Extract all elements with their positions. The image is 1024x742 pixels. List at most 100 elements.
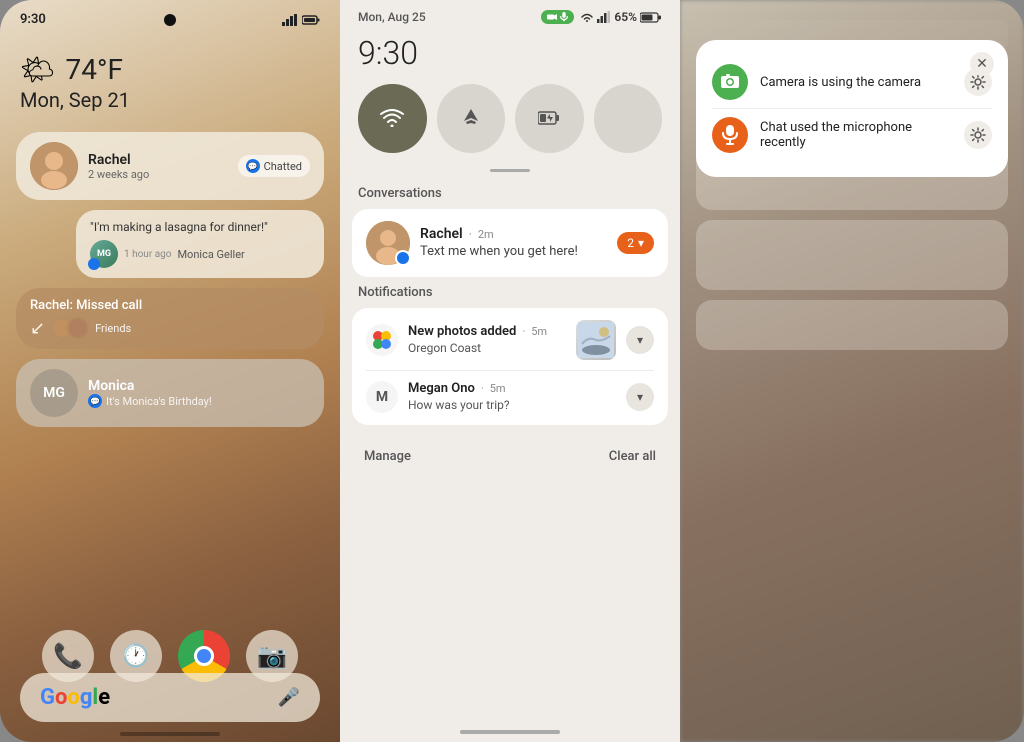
clear-all-button[interactable]: Clear all bbox=[609, 449, 656, 464]
mic-settings-button[interactable] bbox=[964, 121, 992, 149]
rachel-conv-avatar bbox=[366, 221, 410, 265]
dark-mode-icon bbox=[618, 108, 638, 128]
photos-thumbnail bbox=[576, 320, 616, 360]
bubble-text: "I'm making a lasagna for dinner!" bbox=[90, 220, 310, 234]
photos-notif-info: New photos added · 5m Oregon Coast bbox=[408, 324, 566, 355]
camera-permission-icon bbox=[712, 64, 748, 100]
battery-saver-icon bbox=[538, 111, 560, 125]
conv-expand-button[interactable]: 2 ▾ bbox=[617, 232, 654, 254]
google-search-bar[interactable]: Google 🎤 bbox=[20, 673, 320, 722]
battery-percent: 65% bbox=[614, 10, 637, 24]
chrome-inner-circle bbox=[194, 646, 214, 666]
megan-notif-info: Megan Ono · 5m How was your trip? bbox=[408, 381, 616, 412]
wifi-status-icon bbox=[580, 12, 594, 22]
megan-time: 5m bbox=[490, 382, 506, 395]
message-icon: 💬 bbox=[246, 159, 260, 173]
conv-rachel-msg: Text me when you get here! bbox=[420, 244, 607, 259]
conv-name-row: Rachel · 2m bbox=[420, 226, 607, 242]
rachel-chatted-label: Chatted bbox=[264, 160, 302, 173]
quick-toggles bbox=[340, 84, 680, 169]
rachel-chatted-badge[interactable]: 💬 Chatted bbox=[238, 155, 310, 177]
photos-title-row: New photos added · 5m bbox=[408, 324, 566, 339]
rachel-conv: Rachel · 2m Text me when you get here! 2… bbox=[366, 221, 654, 265]
notification-shade: Mon, Aug 25 bbox=[340, 0, 680, 742]
mg-avatar: MG bbox=[30, 369, 78, 417]
notif-clock: 9:30 bbox=[340, 30, 680, 84]
notif-battery: 65% bbox=[580, 10, 662, 24]
dark-mode-toggle[interactable] bbox=[594, 84, 663, 153]
monica-name: Monica bbox=[88, 378, 212, 394]
chevron-down-icon-megan: ▾ bbox=[637, 390, 643, 404]
missed-call-widget[interactable]: Rachel: Missed call ↙ Friends bbox=[16, 288, 324, 349]
notif-status-bar: Mon, Aug 25 bbox=[340, 0, 680, 30]
signal-status-icon bbox=[597, 11, 611, 23]
permission-popup: ✕ Camera is using the camera bbox=[696, 40, 1008, 177]
rachel-avatar bbox=[30, 142, 78, 190]
chevron-down-icon-photos: ▾ bbox=[637, 333, 643, 347]
rachel-info: Rachel 2 weeks ago bbox=[88, 152, 228, 181]
missed-call-icon: ↙ bbox=[30, 318, 45, 339]
bubble-sender-name: Monica Geller bbox=[177, 248, 244, 261]
rachel-face-icon bbox=[30, 142, 78, 190]
camera-mic-badge bbox=[541, 10, 574, 24]
airplane-toggle-icon bbox=[460, 107, 482, 129]
friend-thumb-2 bbox=[67, 317, 89, 339]
google-photos-icon bbox=[370, 328, 394, 352]
megan-title: Megan Ono bbox=[408, 381, 475, 396]
rachel-name: Rachel bbox=[88, 152, 228, 168]
photos-notification[interactable]: New photos added · 5m Oregon Coast ▾ bbox=[366, 320, 654, 360]
clock-icon: 🕐 bbox=[122, 644, 149, 669]
friends-avatars bbox=[51, 317, 89, 339]
missed-call-text: Rachel: Missed call bbox=[30, 298, 310, 313]
megan-title-row: Megan Ono · 5m bbox=[408, 381, 616, 396]
photos-body: Oregon Coast bbox=[408, 341, 566, 355]
friends-label: Friends bbox=[95, 322, 131, 335]
bg-card-4 bbox=[696, 300, 1008, 350]
home-indicator-bar bbox=[120, 732, 220, 736]
google-logo: Google bbox=[40, 685, 110, 710]
conv-rachel-time: 2m bbox=[478, 228, 494, 241]
notif-actions: Manage Clear all bbox=[340, 433, 680, 472]
signal-icon bbox=[282, 14, 298, 26]
weather-temp: 74°F bbox=[66, 53, 123, 86]
gear-icon-camera bbox=[970, 74, 986, 90]
megan-body: How was your trip? bbox=[408, 398, 616, 412]
megan-expand-button[interactable]: ▾ bbox=[626, 383, 654, 411]
home-time: 9:30 bbox=[20, 12, 46, 27]
notif-status-right: 65% bbox=[541, 10, 662, 24]
battery-saver-toggle[interactable] bbox=[515, 84, 584, 153]
conv-rachel-name: Rachel bbox=[420, 226, 463, 242]
gear-icon-mic bbox=[970, 127, 986, 143]
wifi-toggle[interactable] bbox=[358, 84, 427, 153]
coast-photo-icon bbox=[578, 322, 614, 358]
mic-permission-item: Chat used the microphone recently bbox=[712, 108, 992, 161]
weather-widget: 🌤 74°F Mon, Sep 21 bbox=[0, 33, 340, 120]
permission-close-button[interactable]: ✕ bbox=[970, 52, 994, 76]
monica-bubble-widget[interactable]: "I'm making a lasagna for dinner!" MG 1 … bbox=[76, 210, 324, 278]
widgets-container: Rachel 2 weeks ago 💬 Chatted "I'm making… bbox=[0, 120, 340, 439]
conv-app-badge bbox=[395, 250, 411, 266]
camera-perm-svg bbox=[720, 72, 740, 92]
rachel-conv-info: Rachel · 2m Text me when you get here! bbox=[420, 226, 607, 259]
monica-widget[interactable]: MG Monica 💬 It's Monica's Birthday! bbox=[16, 359, 324, 427]
camera-permission-item: Camera is using the camera bbox=[712, 56, 992, 108]
notif-home-indicator bbox=[460, 730, 560, 734]
airplane-toggle[interactable] bbox=[437, 84, 506, 153]
mic-perm-text: Chat used the microphone recently bbox=[760, 120, 952, 150]
phone-icon: 📞 bbox=[53, 642, 83, 670]
photos-expand-button[interactable]: ▾ bbox=[626, 326, 654, 354]
permission-panel: ✕ Camera is using the camera bbox=[680, 0, 1024, 742]
mic-icon[interactable]: 🎤 bbox=[278, 687, 300, 708]
mic-badge-icon bbox=[560, 12, 568, 22]
notif-date: Mon, Aug 25 bbox=[358, 10, 426, 24]
rachel-conversation-card[interactable]: Rachel · 2m Text me when you get here! 2… bbox=[352, 209, 668, 277]
notifications-label: Notifications bbox=[340, 285, 680, 308]
rachel-widget[interactable]: Rachel 2 weeks ago 💬 Chatted bbox=[16, 132, 324, 200]
megan-notification[interactable]: M Megan Ono · 5m How was your trip? ▾ bbox=[366, 370, 654, 413]
manage-button[interactable]: Manage bbox=[364, 449, 411, 464]
weather-icon: 🌤 bbox=[20, 53, 56, 86]
monica-info: Monica 💬 It's Monica's Birthday! bbox=[88, 378, 212, 408]
msg-badge-dot bbox=[88, 258, 100, 270]
scroll-indicator bbox=[490, 169, 530, 172]
notifications-card: New photos added · 5m Oregon Coast ▾ bbox=[352, 308, 668, 425]
